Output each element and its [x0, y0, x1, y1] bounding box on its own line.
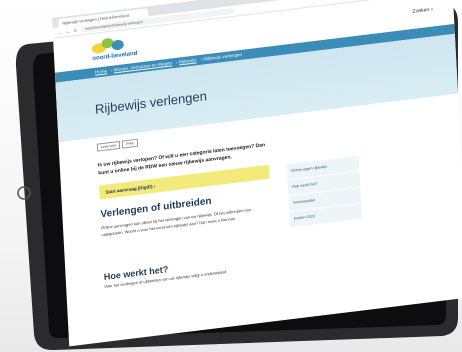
- breadcrumb-item[interactable]: Home: [95, 68, 107, 74]
- tablet-screen: Rijbewijs verlengen | Noord-Beveland ← →…: [52, 0, 462, 347]
- start-request-button[interactable]: Start aanvraag (DigiD) ›: [105, 183, 155, 194]
- reload-icon[interactable]: ↻: [74, 27, 78, 32]
- back-icon[interactable]: ←: [58, 29, 62, 34]
- section-title: Verlengen of uitbreiden: [100, 195, 212, 221]
- search-button[interactable]: Zoeken ⌕: [412, 6, 433, 15]
- page-title: Rijbewijs verlengen: [94, 88, 208, 117]
- search-icon: ⌕: [430, 6, 434, 13]
- listen-button[interactable]: Lees voor: [96, 140, 121, 152]
- forward-icon[interactable]: →: [66, 28, 70, 33]
- breadcrumb-item[interactable]: Rijbewijs: [179, 57, 197, 64]
- section-title: Hoe werkt het?: [103, 264, 169, 282]
- print-button[interactable]: Print: [122, 138, 138, 149]
- sidebar-nav: Online eigen rijbewijs Hoe werkt het? Vo…: [286, 155, 363, 229]
